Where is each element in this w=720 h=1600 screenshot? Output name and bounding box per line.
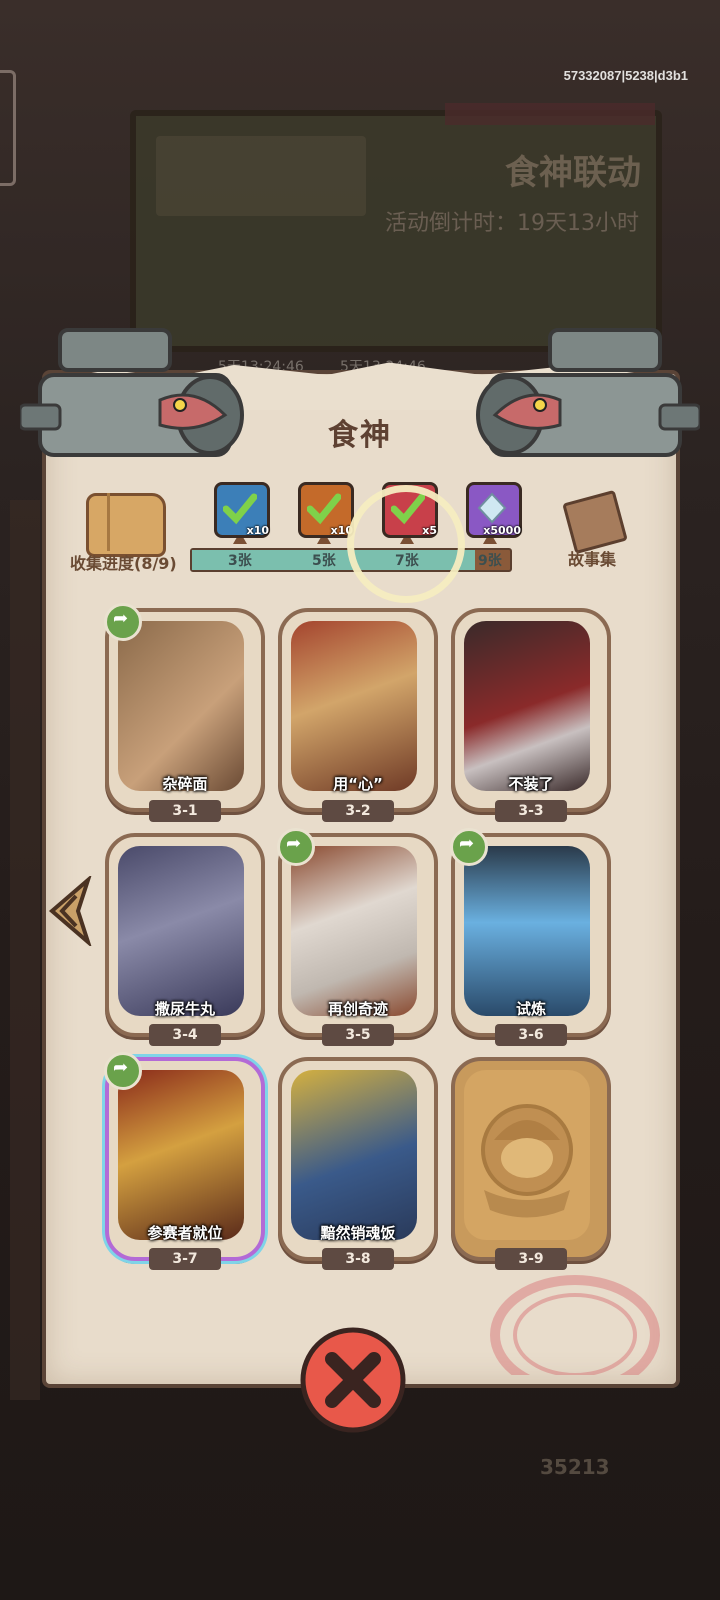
background-ribbon	[445, 103, 655, 125]
card-number: 3-7	[149, 1248, 221, 1270]
reward-quantity: x5000	[483, 524, 521, 537]
card-number: 3-9	[495, 1248, 567, 1270]
card-caption: 不装了	[508, 775, 554, 793]
silhouette-icon	[481, 1104, 573, 1218]
background-coin-count: 35213	[540, 1455, 610, 1479]
card-artwork	[291, 621, 417, 791]
share-icon[interactable]	[450, 828, 488, 866]
version-string: 57332087|5238|d3b1	[563, 68, 688, 83]
card-number: 3-2	[322, 800, 394, 822]
card-caption: 参赛者就位	[147, 1224, 223, 1242]
close-button[interactable]	[298, 1325, 408, 1435]
background-event-title: 食神联动	[505, 153, 641, 193]
story-card-3-3[interactable]: 不装了	[451, 608, 611, 812]
story-card-3-9-locked[interactable]	[451, 1057, 611, 1261]
milestone-reward-1[interactable]: x10	[214, 482, 270, 538]
diamond-icon	[477, 492, 507, 524]
background-countdown: 活动倒计时：19天13小时	[385, 211, 639, 236]
card-number: 3-3	[495, 800, 567, 822]
card-caption: 黯然销魂饭	[320, 1224, 396, 1242]
locked-card-artwork	[464, 1070, 590, 1240]
card-number: 3-4	[149, 1024, 221, 1046]
reward-quantity: x10	[246, 524, 269, 537]
story-card-3-2[interactable]: 用“心”	[278, 608, 438, 812]
card-number: 3-1	[149, 800, 221, 822]
card-caption: 杂碎面	[162, 775, 208, 793]
card-artwork	[118, 621, 244, 791]
share-icon[interactable]	[104, 603, 142, 641]
milestone-reward-4[interactable]: x5000	[466, 482, 522, 538]
story-collection-label[interactable]: 故事集	[568, 546, 616, 570]
share-icon[interactable]	[104, 1052, 142, 1090]
checkmark-icon	[223, 493, 257, 525]
background-side-decoration	[10, 500, 40, 1400]
background-side-button	[0, 70, 16, 186]
share-icon[interactable]	[277, 828, 315, 866]
previous-page-arrow-icon[interactable]	[48, 876, 92, 946]
card-number: 3-5	[322, 1024, 394, 1046]
card-artwork	[291, 1070, 417, 1240]
card-artwork	[118, 1070, 244, 1240]
card-artwork	[291, 846, 417, 1016]
card-artwork	[464, 846, 590, 1016]
card-artwork	[118, 846, 244, 1016]
card-caption: 试炼	[515, 1000, 546, 1018]
card-artwork	[464, 621, 590, 791]
card-number: 3-6	[495, 1024, 567, 1046]
seal-stamp-decoration	[490, 1275, 660, 1375]
milestone-reward-2[interactable]: x10	[298, 482, 354, 538]
panel-title: 食神	[328, 418, 392, 453]
tutorial-highlight-ring	[347, 485, 465, 603]
collection-progress-label: 收集进度(8/9)	[70, 554, 177, 573]
card-number: 3-8	[322, 1248, 394, 1270]
collection-book-icon[interactable]	[86, 493, 166, 557]
story-card-3-4[interactable]: 撒尿牛丸	[105, 833, 265, 1037]
milestone-label-4: 9张	[478, 553, 502, 569]
milestone-label-2: 5张	[312, 553, 336, 569]
milestone-label-1: 3张	[228, 553, 252, 569]
card-caption: 用“心”	[333, 775, 383, 793]
card-caption: 再创奇迹	[327, 1000, 388, 1018]
story-card-3-8[interactable]: 黯然销魂饭	[278, 1057, 438, 1261]
card-caption: 撒尿牛丸	[154, 1000, 215, 1018]
checkmark-icon	[307, 493, 341, 525]
